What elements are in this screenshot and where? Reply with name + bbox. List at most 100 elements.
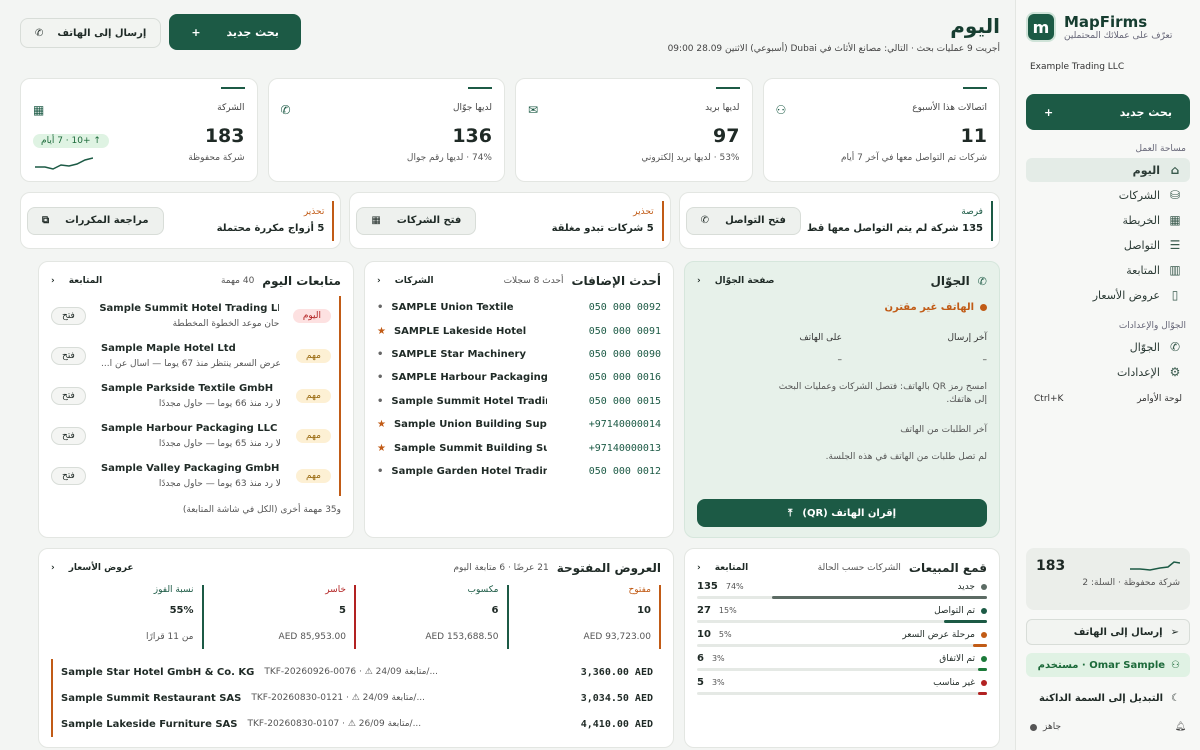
funnel-row[interactable]: جديد 135 74%: [697, 581, 987, 599]
phone-icon: ✆: [280, 103, 291, 117]
quote-row[interactable]: Sample Lakeside Furniture SAS TKF-2026083…: [51, 711, 661, 737]
sidebar-new-search-button[interactable]: بحث جديد +: [1026, 94, 1190, 130]
recent-item[interactable]: ★ Sample Union Building Supplie... +971400…: [377, 413, 661, 436]
open-button[interactable]: فتح: [51, 427, 86, 445]
followup-item[interactable]: مهم Sample Harbour Packaging LLC لا رد منذ…: [51, 416, 341, 456]
quote-stat-value: 6: [491, 605, 499, 616]
recent-panel: أحدث الإضافات أحدث 8 سجلات الشركات ‹ • SAMP…: [364, 261, 674, 538]
followup-link[interactable]: المتابعة ‹: [51, 276, 102, 286]
recent-item[interactable]: • Sample Garden Hotel Trading... 050 000 0…: [377, 460, 661, 483]
open-button[interactable]: فتح: [51, 387, 86, 405]
companies-link[interactable]: الشركات ‹: [377, 276, 434, 286]
quote-stat-value: 5: [339, 605, 346, 616]
recent-item[interactable]: • SAMPLE Union Textile 050 000 0092: [377, 296, 661, 319]
quotes-link[interactable]: عروض الأسعار ‹: [51, 563, 134, 573]
open-button[interactable]: فتح: [51, 347, 86, 365]
user-label: Omar Sample · مستخدم: [1037, 659, 1166, 671]
open-button[interactable]: فتح: [51, 467, 86, 485]
funnel-pct: 5%: [718, 630, 732, 639]
followup-item[interactable]: مهم Sample Maple Hotel Ltd عرض السعر ينتظر…: [51, 336, 341, 376]
sidebar-item-companies[interactable]: ⛁ الشركات: [1026, 183, 1190, 207]
open-outreach-button[interactable]: فتح التواصل ✆: [685, 206, 801, 235]
recent-item[interactable]: ★ Sample Summit Building Suppl... +9714000…: [377, 436, 661, 459]
sidebar-item-settings[interactable]: ⚙ الإعدادات: [1026, 360, 1190, 384]
database-icon: ⛁: [1169, 188, 1181, 202]
funnel-pct: 74%: [725, 582, 744, 591]
recent-item[interactable]: • SAMPLE Harbour Packaging LLC 050 000 001…: [377, 366, 661, 389]
dark-mode-toggle[interactable]: ☾ التبديل إلى السمة الداكنة: [1026, 685, 1190, 711]
priority-badge: مهم: [296, 389, 331, 403]
status-dot: [1030, 723, 1037, 731]
recent-list: • SAMPLE Union Textile 050 000 0092 ★ SAMPLE…: [377, 296, 661, 483]
user-chip[interactable]: ⚇ Omar Sample · مستخدم: [1026, 653, 1190, 677]
phone-status-text: الهاتف غير مقترن: [884, 302, 974, 313]
funnel-row[interactable]: تم التواصل 27 15%: [697, 605, 987, 623]
panel-count: 21 عرضًا · 6 متابعة اليوم: [453, 563, 549, 573]
open-button[interactable]: فتح: [51, 307, 86, 325]
funnel-followup-link[interactable]: المتابعة ‹: [697, 563, 748, 573]
status-dot: [981, 631, 987, 638]
pair-phone-button[interactable]: إقران الهاتف (QR) ⤒: [697, 499, 987, 527]
phone-panel: ✆ الجوّال صفحة الجوّال ‹ الهاتف غير مقترن …: [684, 261, 1000, 538]
followup-info: Sample Maple Hotel Ltd عرض السعر ينتظر من…: [101, 343, 281, 369]
kpi-has-mobile[interactable]: لديها جوّال ✆ 136 74% · لديها رقم جوال: [267, 78, 505, 182]
kpi-label: اتصالات هذا الأسبوع: [912, 103, 987, 113]
funnel-count-wrap: 6 3%: [697, 653, 725, 664]
funnel-track: [697, 668, 987, 671]
panel-count: أحدث 8 سجلات: [503, 276, 564, 286]
sidebar-item-mobile[interactable]: ✆ الجوّال: [1026, 335, 1190, 359]
alert-kind: تحذير: [633, 207, 654, 217]
kpi-contacts-week[interactable]: اتصالات هذا الأسبوع ⚇ 11 شركات تم التواصل…: [762, 78, 1000, 182]
brand[interactable]: m MapFirms تعرّف على عملائك المحتملين: [1026, 12, 1190, 42]
list-icon: ☰: [1169, 238, 1181, 252]
quote-stats: نسبة الفوز 55% من 11 قرارًا خاسر 5 85,953.00 …: [51, 585, 661, 649]
panel-title: الجوّال: [930, 274, 970, 288]
kpi-value: 11: [960, 125, 987, 147]
kpi-companies[interactable]: الشركة ▦ 183 شركة محفوظة ↑ +10 · 7 أيام: [20, 78, 258, 182]
alert-duplicates: تحذير 5 أزواج مكررة محتملة مراجعة المكررا…: [20, 192, 342, 249]
followups-more[interactable]: و35 مهمة أخرى (الكل في شاشة المتابعة): [51, 504, 341, 517]
header-send-phone-button[interactable]: ✆ إرسال إلى الهاتف: [20, 18, 162, 48]
open-companies-button[interactable]: فتح الشركات ▦: [356, 206, 477, 235]
kpi-has-email[interactable]: لديها بريد ✉ 97 53% · لديها بريد إلكتروني: [515, 78, 753, 182]
sidebar-item-outreach[interactable]: ☰ التواصل: [1026, 233, 1190, 257]
recent-item[interactable]: • Sample Summit Hotel Trading... 050 000 0…: [377, 390, 661, 413]
company-name: Sample Summit Building Suppl...: [393, 442, 547, 454]
company-name: SAMPLE Star Machinery: [391, 348, 526, 360]
sidebar-item-map[interactable]: ▦ الخريطة: [1026, 208, 1190, 232]
quote-row[interactable]: Sample Summit Restaurant SAS TKF-20260830…: [51, 685, 661, 711]
sidebar-item-followup[interactable]: ▥ المتابعة: [1026, 258, 1190, 282]
funnel-count-wrap: 10 5%: [697, 629, 732, 640]
recent-item[interactable]: • SAMPLE Star Machinery 050 000 0090: [377, 343, 661, 366]
phone-page-link[interactable]: صفحة الجوّال ‹: [697, 276, 774, 286]
phone-icon: ✆: [1169, 340, 1181, 354]
review-duplicates-button[interactable]: مراجعة المكررات ⧉: [27, 206, 164, 235]
followup-item[interactable]: اليوم Sample Summit Hotel Trading LLC حان …: [51, 296, 341, 336]
company-name-cell: • SAMPLE Harbour Packaging LLC: [377, 372, 547, 383]
company-name: Sample Union Building Supplie...: [393, 419, 547, 431]
quote-row[interactable]: Sample Star Hotel GmbH & Co. KG TKF-20260…: [51, 659, 661, 685]
funnel-row[interactable]: تم الاتفاق 6 3%: [697, 653, 987, 671]
quote-company: Sample Lakeside Furniture SAS: [61, 718, 238, 730]
header-new-search-button[interactable]: + بحث جديد: [169, 14, 301, 50]
recent-item[interactable]: ★ SAMPLE Lakeside Hotel 050 000 0091: [377, 319, 661, 342]
bell-icon[interactable]: 🔔︎: [1175, 722, 1186, 732]
sidebar-item-quotes[interactable]: ▯ عروض الأسعار: [1026, 283, 1190, 307]
funnel-label-wrap: تم التواصل: [934, 606, 987, 616]
company-name: Example Trading LLC: [1030, 62, 1125, 72]
alerts-row: فرصة 135 شركة لم يتم التواصل معها قط فتح …: [20, 192, 1000, 249]
workspace-section-title: مساحة العمل: [1135, 144, 1186, 154]
sidebar-item-today[interactable]: ⌂ اليوم: [1026, 158, 1190, 182]
funnel-row[interactable]: مرحلة عرض السعر 10 5%: [697, 629, 987, 647]
command-palette-button[interactable]: لوحة الأوامر Ctrl+K: [1026, 394, 1190, 404]
funnel-row[interactable]: غير مناسب 5 3%: [697, 677, 987, 695]
sparkline: [1130, 561, 1180, 571]
followup-item[interactable]: مهم Sample Parkside Textile GmbH لا رد منذ…: [51, 376, 341, 416]
panel-title: قمع المبيعات: [908, 561, 987, 575]
funnel-label: غير مناسب: [933, 677, 975, 688]
funnel-fill: [978, 692, 987, 695]
user-icon: ⚇: [1171, 659, 1180, 671]
quote-desc: Sample Summit Restaurant SAS TKF-20260830…: [61, 693, 425, 704]
followup-item[interactable]: مهم Sample Valley Packaging GmbH & C... لا…: [51, 456, 341, 496]
sidebar-send-phone-button[interactable]: ➢ إرسال إلى الهاتف: [1026, 619, 1190, 645]
